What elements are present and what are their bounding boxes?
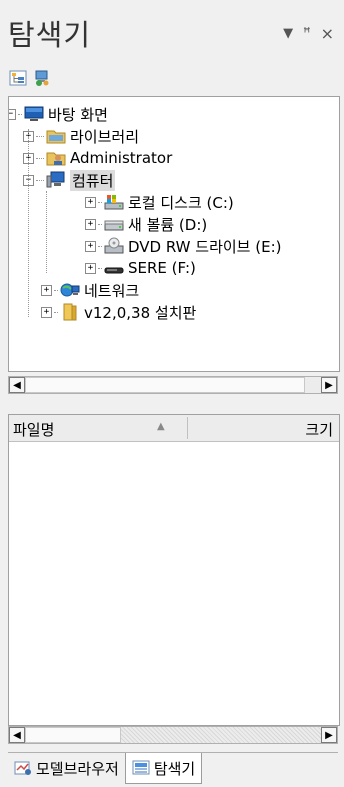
tree-item-label: 컴퓨터: [70, 169, 116, 191]
tab-explorer[interactable]: 탐색기: [124, 753, 203, 784]
column-header-filename[interactable]: 파일명: [13, 419, 54, 440]
tree-item-computer[interactable]: − 컴퓨터: [23, 169, 116, 191]
tree-item-label: 라이브러리: [70, 127, 140, 146]
tree-item-label: SERE (F:): [128, 259, 196, 277]
tree-connector: [18, 113, 22, 115]
network-icon: [60, 283, 80, 297]
tree-item-desktop[interactable]: − 바탕 화면: [9, 103, 108, 125]
tab-model-browser[interactable]: 모델브라우저: [8, 753, 125, 783]
folder-icon: [63, 303, 77, 321]
tree-item-local-disk-c[interactable]: + 로컬 디스크 (C:): [85, 191, 234, 213]
tree-item-label: Administrator: [70, 149, 173, 167]
expand-toggle[interactable]: +: [41, 306, 52, 318]
close-icon[interactable]: ×: [321, 24, 334, 43]
local-disk-icon: [104, 195, 124, 210]
panel-title: 탐색기: [8, 18, 92, 52]
scroll-right-icon[interactable]: ▶: [321, 727, 337, 743]
tree-item-label: 새 볼륨 (D:): [128, 215, 208, 234]
tree-item-libraries[interactable]: + 라이브러리: [23, 125, 139, 147]
tree-item-administrator[interactable]: + Administrator: [23, 147, 172, 169]
network-view-icon[interactable]: [32, 68, 52, 88]
computer-icon: [46, 171, 65, 188]
removable-drive-icon: [104, 267, 124, 274]
tree-item-new-volume-d[interactable]: + 새 볼륨 (D:): [85, 213, 207, 235]
list-horizontal-scrollbar[interactable]: ◀ ▶: [8, 726, 338, 744]
tree-item-sere-f[interactable]: + SERE (F:): [85, 257, 196, 279]
tree-connector: [54, 289, 58, 291]
tree-connector: [54, 311, 58, 313]
scroll-right-icon[interactable]: ▶: [321, 377, 337, 393]
tree-item-label: v12,0,38 설치판: [84, 303, 197, 322]
expand-toggle[interactable]: +: [85, 196, 96, 208]
panel-tabs: 모델브라우저 탐색기: [8, 752, 338, 785]
panel-header: 탐색기 ▼ ꟸ ×: [0, 0, 344, 66]
column-header-size[interactable]: 크기: [305, 419, 333, 440]
tree-item-label: DVD RW 드라이브 (E:): [128, 237, 282, 256]
scroll-left-icon[interactable]: ◀: [9, 727, 25, 743]
expand-toggle[interactable]: +: [85, 218, 96, 230]
tree-item-network[interactable]: + 네트워크: [41, 279, 139, 301]
tree-connector: [36, 157, 44, 159]
model-browser-icon: [14, 761, 31, 775]
tree-item-install-folder[interactable]: + v12,0,38 설치판: [41, 301, 196, 323]
expand-toggle[interactable]: +: [85, 262, 96, 274]
desktop-icon: [24, 106, 44, 121]
tree-connector: [28, 129, 29, 317]
tree-item-dvd-rw-e[interactable]: + DVD RW 드라이브 (E:): [85, 235, 281, 257]
tree-view-icon[interactable]: [8, 68, 28, 88]
explorer-icon: [132, 760, 150, 775]
tree-connector: [36, 135, 44, 137]
file-list[interactable]: 파일명 ▲ 크기: [8, 414, 340, 726]
tree-connector: [98, 245, 102, 247]
tree-item-label: 네트워크: [84, 281, 140, 300]
collapse-toggle[interactable]: −: [9, 108, 16, 120]
tab-label: 탐색기: [153, 759, 196, 778]
scroll-thumb[interactable]: [25, 377, 305, 393]
column-divider[interactable]: [187, 417, 188, 439]
tree-item-label: 로컬 디스크 (C:): [128, 193, 234, 212]
hard-drive-icon: [104, 220, 124, 231]
tree-connector: [46, 191, 47, 273]
panel-controls: ▼ ꟸ ×: [283, 24, 334, 43]
folder-tree[interactable]: − 바탕 화면 + 라이브러리 + Administrator − 컴퓨터 + …: [8, 96, 340, 372]
pin-icon[interactable]: ꟸ: [303, 26, 311, 43]
expand-toggle[interactable]: +: [85, 240, 96, 252]
tree-horizontal-scrollbar[interactable]: ◀ ▶: [8, 376, 338, 394]
file-list-header: 파일명 ▲ 크기: [9, 415, 339, 442]
tree-connector: [98, 223, 102, 225]
sort-ascending-icon: ▲: [157, 421, 165, 432]
dvd-drive-icon: [104, 237, 124, 254]
scroll-left-icon[interactable]: ◀: [9, 377, 25, 393]
libraries-folder-icon: [46, 130, 66, 144]
tree-item-label: 바탕 화면: [48, 105, 108, 124]
tab-label: 모델브라우저: [36, 759, 119, 778]
user-folder-icon: [46, 152, 66, 166]
tree-connector: [98, 201, 102, 203]
scroll-thumb[interactable]: [25, 727, 121, 743]
tree-connector: [36, 179, 44, 181]
tree-connector: [98, 267, 102, 269]
expand-toggle[interactable]: +: [41, 284, 52, 296]
toolbar: [8, 68, 52, 90]
dropdown-icon[interactable]: ▼: [283, 26, 293, 43]
scroll-track[interactable]: [121, 727, 321, 743]
